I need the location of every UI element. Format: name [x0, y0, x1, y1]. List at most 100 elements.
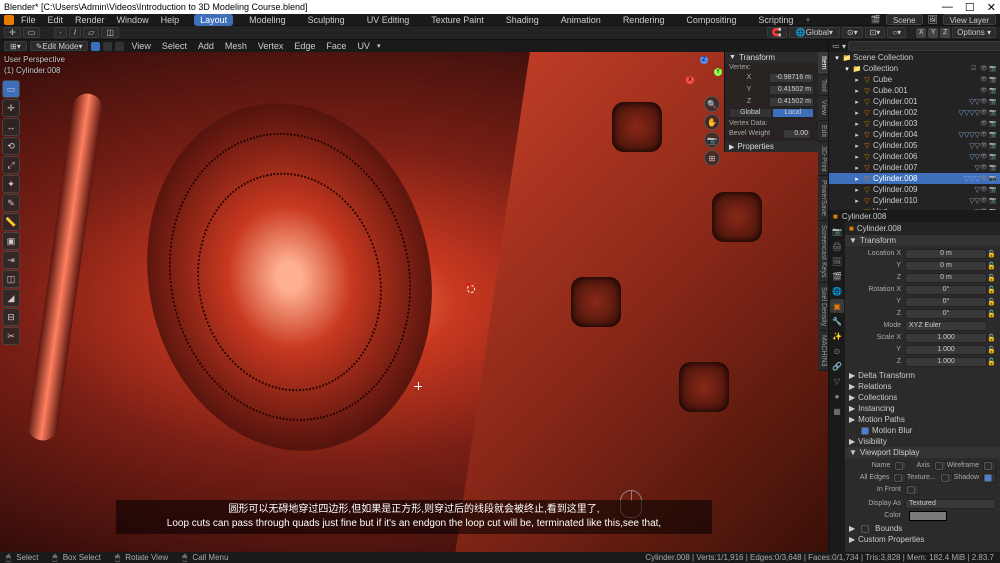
- outliner-item[interactable]: ▸▽Cube👁📷: [829, 74, 1000, 85]
- tab-physics[interactable]: ⊙: [830, 344, 844, 358]
- vertex-z-field[interactable]: 0.41502 m: [769, 97, 814, 107]
- menu-vertex[interactable]: Vertex: [254, 41, 288, 51]
- tab-object[interactable]: ▣: [830, 299, 844, 313]
- motion-blur-checkbox[interactable]: [861, 427, 869, 435]
- axis-y[interactable]: Y: [714, 68, 722, 76]
- orientation-dropdown[interactable]: 🌐 Global ▾: [789, 27, 840, 38]
- collections-section[interactable]: Collections: [858, 393, 897, 402]
- chevron-right-icon[interactable]: ▶: [849, 415, 855, 424]
- sel-mode-4[interactable]: ◫: [101, 27, 119, 38]
- menu-mesh[interactable]: Mesh: [221, 41, 251, 51]
- window-minimize[interactable]: —: [942, 1, 953, 14]
- lock-icon[interactable]: 🔓: [987, 286, 996, 294]
- tool-annotate[interactable]: ✎: [2, 194, 20, 212]
- chevron-right-icon[interactable]: ▶: [849, 371, 855, 380]
- scene-field[interactable]: Scene: [886, 14, 923, 25]
- lock-icon[interactable]: 🔓: [987, 250, 996, 258]
- menu-file[interactable]: File: [16, 15, 41, 25]
- menu-render[interactable]: Render: [70, 15, 110, 25]
- alledges-checkbox[interactable]: [894, 474, 902, 482]
- rotation-mode[interactable]: XYZ Euler: [905, 321, 987, 331]
- snap-icon[interactable]: 🧲: [767, 27, 787, 38]
- instancing-section[interactable]: Instancing: [858, 404, 894, 413]
- tab-powersave[interactable]: PowerSave: [818, 176, 828, 221]
- mirror-y[interactable]: Y: [928, 28, 938, 38]
- lock-icon[interactable]: 🔓: [987, 358, 996, 366]
- crumb-name[interactable]: Cylinder.008: [857, 224, 901, 233]
- tab-soeldensity[interactable]: Soel Density: [818, 283, 828, 331]
- face-select[interactable]: [115, 42, 124, 51]
- outliner-display-dropdown[interactable]: ▾: [842, 41, 846, 51]
- tool-rotate[interactable]: ⟲: [2, 137, 20, 155]
- outliner-collection[interactable]: ▾📁Collection☑👁📷: [829, 63, 1000, 74]
- shadow-checkbox[interactable]: [984, 474, 992, 482]
- location-z[interactable]: 0 m: [905, 273, 987, 283]
- texture-checkbox[interactable]: [941, 474, 949, 482]
- outliner-search[interactable]: [848, 41, 1000, 51]
- bounds-checkbox[interactable]: [861, 525, 869, 533]
- outliner-scene-collection[interactable]: ▾📁Scene Collection: [829, 52, 1000, 63]
- infront-checkbox[interactable]: [907, 486, 915, 494]
- chevron-right-icon[interactable]: ▶: [849, 437, 855, 446]
- tab-screencast[interactable]: Screencast Keys: [818, 221, 828, 283]
- bevel-weight-field[interactable]: 0.00: [783, 129, 811, 139]
- tool-knife[interactable]: ✂: [2, 327, 20, 345]
- tab-render[interactable]: 📷: [830, 224, 844, 238]
- prop-edit[interactable]: ○▾: [887, 27, 906, 38]
- zoom-icon[interactable]: 🔍: [704, 96, 720, 112]
- tab-texture[interactable]: ▦: [830, 404, 844, 418]
- mode-dropdown[interactable]: ✎ Edit Mode ▾: [30, 41, 89, 51]
- outliner[interactable]: ▾📁Scene Collection▾📁Collection☑👁📷▸▽Cube👁…: [829, 52, 1000, 210]
- window-close[interactable]: ✕: [987, 1, 996, 14]
- transform-section[interactable]: Transform: [860, 236, 896, 245]
- tool-inset[interactable]: ◫: [2, 270, 20, 288]
- tool-scale[interactable]: ⤢: [2, 156, 20, 174]
- menu-uv[interactable]: UV: [353, 41, 374, 51]
- tab-3dprint[interactable]: 3D-Print: [818, 142, 828, 177]
- tool-extrude[interactable]: ⇥: [2, 251, 20, 269]
- outliner-item[interactable]: ▸▽Cylinder.007▽👁📷: [829, 162, 1000, 173]
- lock-icon[interactable]: 🔓: [987, 274, 996, 282]
- chevron-down-icon[interactable]: ▼: [849, 448, 857, 457]
- tab-output[interactable]: 🖨: [830, 239, 844, 253]
- menu-select[interactable]: Select: [158, 41, 191, 51]
- wireframe-checkbox[interactable]: [984, 462, 992, 470]
- object-color-swatch[interactable]: [909, 511, 947, 521]
- chevron-right-icon[interactable]: ▶: [849, 393, 855, 402]
- workspace-layout[interactable]: Layout: [194, 14, 233, 26]
- rotation-y[interactable]: 0°: [905, 297, 987, 307]
- camera-icon[interactable]: 📷: [704, 132, 720, 148]
- workspace-animation[interactable]: Animation: [555, 14, 607, 26]
- axis-checkbox[interactable]: [935, 462, 943, 470]
- tool-move[interactable]: ↔: [2, 118, 20, 136]
- lock-icon[interactable]: 🔓: [987, 346, 996, 354]
- outliner-item[interactable]: ▸▽Cylinder.009▽👁📷: [829, 184, 1000, 195]
- tab-scene-prop[interactable]: 🎬: [830, 269, 844, 283]
- scale-x[interactable]: 1.000: [905, 333, 987, 343]
- edge-select[interactable]: [103, 42, 112, 51]
- snap-dropdown[interactable]: ⊡▾: [865, 27, 886, 38]
- menu-dropdown[interactable]: ▾: [377, 42, 381, 50]
- tool-cursor[interactable]: ✛: [2, 99, 20, 117]
- tab-tool[interactable]: Tool: [818, 75, 828, 97]
- relations-section[interactable]: Relations: [858, 382, 891, 391]
- workspace-modeling[interactable]: Modeling: [243, 14, 292, 26]
- tab-view[interactable]: View: [818, 96, 828, 120]
- workspace-sculpting[interactable]: Sculpting: [302, 14, 351, 26]
- tab-viewlayer[interactable]: 🖼: [830, 254, 844, 268]
- outliner-item[interactable]: ▸▽Cylinder.003👁📷: [829, 118, 1000, 129]
- tab-edit[interactable]: Edit: [818, 121, 828, 142]
- perspective-icon[interactable]: ⊞: [704, 150, 720, 166]
- cursor-tool[interactable]: ✛: [4, 27, 21, 38]
- outliner-item[interactable]: ▸▽Cylinder.006▽▽👁📷: [829, 151, 1000, 162]
- viewlayer-field[interactable]: View Layer: [943, 14, 996, 25]
- display-as-dropdown[interactable]: Textured: [905, 499, 996, 509]
- tool-add-cube[interactable]: ▣: [2, 232, 20, 250]
- workspace-rendering[interactable]: Rendering: [617, 14, 671, 26]
- tab-mesh-data[interactable]: ▽: [830, 374, 844, 388]
- select-tool[interactable]: ▭: [23, 27, 41, 38]
- local-button[interactable]: Local: [772, 108, 815, 118]
- tab-modifiers[interactable]: 🔧: [830, 314, 844, 328]
- visibility-section[interactable]: Visibility: [858, 437, 887, 446]
- viewport-display-section[interactable]: Viewport Display: [860, 448, 919, 457]
